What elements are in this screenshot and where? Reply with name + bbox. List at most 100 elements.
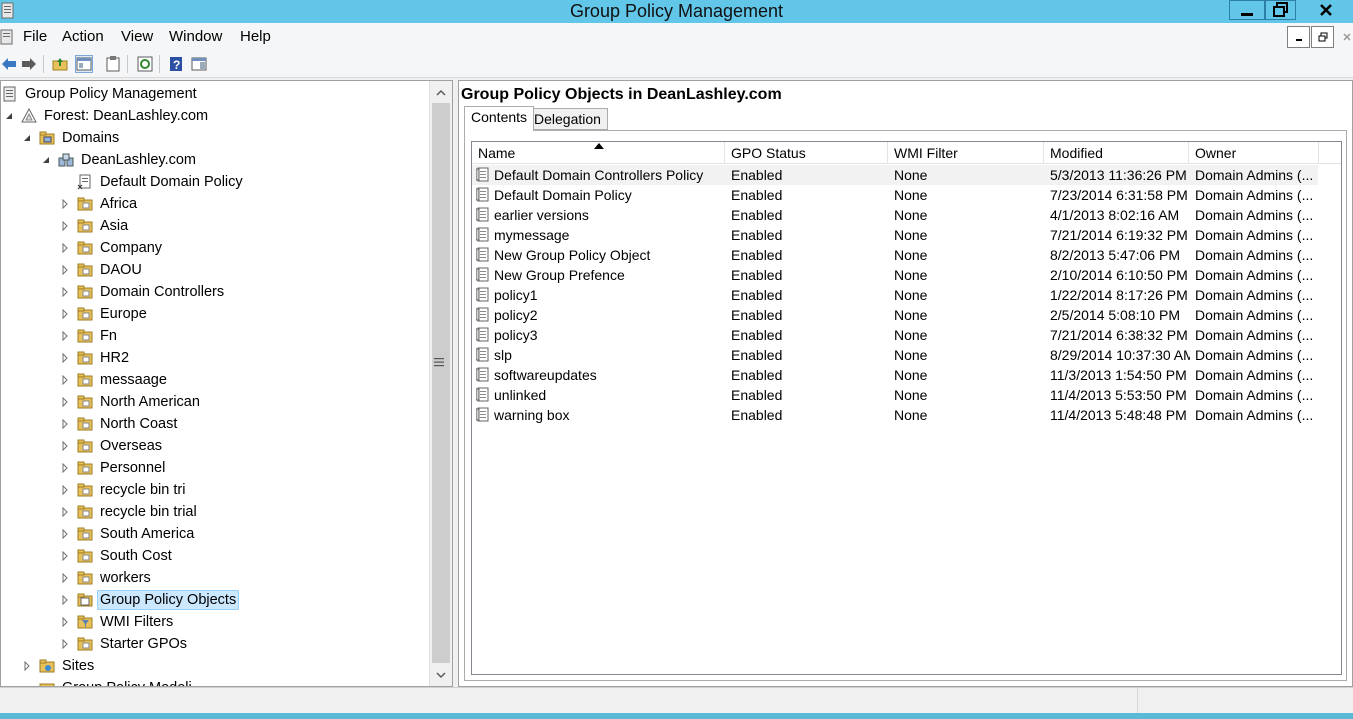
tree-item[interactable]: Asia bbox=[59, 215, 131, 237]
menu-help[interactable]: Help bbox=[240, 28, 271, 45]
tab-contents[interactable]: Contents bbox=[464, 106, 535, 131]
child-close-button[interactable] bbox=[1335, 26, 1353, 48]
table-row[interactable]: New Group Policy Object Enabled None 8/2/20… bbox=[472, 245, 1318, 265]
tree-item[interactable]: messaage bbox=[59, 369, 170, 391]
collapsed-arrow-icon[interactable] bbox=[59, 198, 71, 210]
show-hide-action-pane-button[interactable] bbox=[190, 55, 208, 73]
close-button[interactable] bbox=[1298, 0, 1353, 20]
tree-item[interactable]: Domain Controllers bbox=[59, 281, 227, 303]
expanded-arrow-icon[interactable] bbox=[3, 110, 15, 122]
collapsed-arrow-icon[interactable] bbox=[59, 286, 71, 298]
table-row[interactable]: policy2 Enabled None 2/5/2014 5:08:10 PM Dom… bbox=[472, 305, 1318, 325]
collapsed-arrow-icon[interactable] bbox=[59, 462, 71, 474]
expanded-arrow-icon[interactable] bbox=[40, 154, 52, 166]
tree-item[interactable]: Europe bbox=[59, 303, 150, 325]
collapsed-arrow-icon[interactable] bbox=[59, 440, 71, 452]
collapsed-arrow-icon[interactable] bbox=[59, 594, 71, 606]
scroll-down-arrow-icon[interactable] bbox=[430, 665, 452, 685]
collapsed-arrow-icon[interactable] bbox=[59, 220, 71, 232]
collapsed-arrow-icon[interactable] bbox=[59, 242, 71, 254]
collapsed-arrow-icon[interactable] bbox=[59, 572, 71, 584]
tab-delegation[interactable]: Delegation bbox=[527, 108, 608, 130]
help-button[interactable]: ? bbox=[167, 55, 185, 73]
tree-item[interactable]: Company bbox=[59, 237, 165, 259]
collapsed-arrow-icon[interactable] bbox=[59, 550, 71, 562]
tree-item[interactable]: Overseas bbox=[59, 435, 165, 457]
tree-item[interactable]: Default Domain Policy bbox=[59, 171, 246, 193]
tree-item[interactable]: North Coast bbox=[59, 413, 180, 435]
collapsed-arrow-icon[interactable] bbox=[59, 616, 71, 628]
collapsed-arrow-icon[interactable] bbox=[59, 352, 71, 364]
table-row[interactable]: mymessage Enabled None 7/21/2014 6:19:32 PM… bbox=[472, 225, 1318, 245]
column-header-modified[interactable]: Modified bbox=[1044, 142, 1189, 164]
column-header-name[interactable]: Name bbox=[472, 142, 725, 164]
table-row[interactable]: earlier versions Enabled None 4/1/2013 8:02… bbox=[472, 205, 1318, 225]
collapsed-arrow-icon[interactable] bbox=[59, 506, 71, 518]
console-icon[interactable] bbox=[0, 29, 14, 45]
collapsed-arrow-icon[interactable] bbox=[59, 330, 71, 342]
tree-vertical-scrollbar[interactable] bbox=[429, 81, 452, 686]
tree-item[interactable]: North American bbox=[59, 391, 203, 413]
gpo-list-view[interactable]: Name GPO Status WMI Filter Modified Owne… bbox=[471, 141, 1342, 675]
child-restore-button[interactable] bbox=[1311, 26, 1334, 48]
export-list-button[interactable] bbox=[104, 55, 122, 73]
minimize-button[interactable] bbox=[1229, 0, 1265, 20]
collapsed-arrow-icon[interactable] bbox=[59, 528, 71, 540]
collapsed-arrow-icon[interactable] bbox=[59, 308, 71, 320]
tree-item[interactable]: DeanLashley.com bbox=[40, 149, 199, 171]
tree-item[interactable]: Group Policy Objects bbox=[59, 589, 240, 611]
menu-file[interactable]: File bbox=[23, 28, 47, 45]
collapsed-arrow-icon[interactable] bbox=[59, 396, 71, 408]
tree-item[interactable]: DAOU bbox=[59, 259, 145, 281]
tree-item[interactable]: recycle bin tri bbox=[59, 479, 188, 501]
tree-item[interactable]: Africa bbox=[59, 193, 140, 215]
tree-item[interactable]: Group Policy Modeli... bbox=[21, 677, 207, 686]
up-one-level-button[interactable] bbox=[51, 55, 69, 73]
tree-item[interactable]: Forest: DeanLashley.com bbox=[3, 105, 211, 127]
collapsed-arrow-icon[interactable] bbox=[21, 660, 33, 672]
collapsed-arrow-icon[interactable] bbox=[59, 374, 71, 386]
table-row[interactable]: Default Domain Policy Enabled None 7/23/201… bbox=[472, 185, 1318, 205]
menu-window[interactable]: Window bbox=[169, 28, 222, 45]
table-row[interactable]: softwareupdates Enabled None 11/3/2013 1:54… bbox=[472, 365, 1318, 385]
scroll-up-arrow-icon[interactable] bbox=[430, 83, 452, 103]
column-header-gpo-status[interactable]: GPO Status bbox=[725, 142, 888, 164]
table-row[interactable]: Default Domain Controllers Policy Enabled… bbox=[472, 165, 1318, 185]
column-header-wmi-filter[interactable]: WMI Filter bbox=[888, 142, 1044, 164]
tree-item[interactable]: Starter GPOs bbox=[59, 633, 190, 655]
table-row[interactable]: policy1 Enabled None 1/22/2014 8:17:26 PM Do… bbox=[472, 285, 1318, 305]
refresh-button[interactable] bbox=[136, 55, 154, 73]
console-tree[interactable]: Group Policy Management Forest: DeanLashl… bbox=[0, 80, 453, 687]
tree-item[interactable]: Domains bbox=[21, 127, 122, 149]
table-row[interactable]: policy3 Enabled None 7/21/2014 6:38:32 PM Do… bbox=[472, 325, 1318, 345]
collapsed-arrow-icon[interactable] bbox=[59, 484, 71, 496]
title-bar[interactable]: Group Policy Management bbox=[0, 0, 1353, 23]
child-minimize-button[interactable] bbox=[1287, 26, 1310, 48]
show-hide-console-tree-button[interactable] bbox=[75, 55, 93, 73]
tree-item[interactable]: recycle bin trial bbox=[59, 501, 200, 523]
back-button[interactable] bbox=[0, 55, 18, 73]
expanded-arrow-icon[interactable] bbox=[21, 132, 33, 144]
tree-item[interactable]: South America bbox=[59, 523, 197, 545]
tree-item[interactable]: Personnel bbox=[59, 457, 168, 479]
tree-item[interactable]: WMI Filters bbox=[59, 611, 176, 633]
collapsed-arrow-icon[interactable] bbox=[59, 418, 71, 430]
forward-button[interactable] bbox=[20, 55, 38, 73]
table-row[interactable]: warning box Enabled None 11/4/2013 5:48:48 … bbox=[472, 405, 1318, 425]
scroll-thumb[interactable] bbox=[432, 103, 450, 663]
tree-item[interactable]: Fn bbox=[59, 325, 120, 347]
table-row[interactable]: unlinked Enabled None 11/4/2013 5:53:50 PM D… bbox=[472, 385, 1318, 405]
tree-item[interactable]: workers bbox=[59, 567, 154, 589]
restore-button[interactable] bbox=[1265, 0, 1296, 20]
tree-item[interactable]: Sites bbox=[21, 655, 97, 677]
column-header-owner[interactable]: Owner bbox=[1189, 142, 1319, 164]
tree-item[interactable]: HR2 bbox=[59, 347, 132, 369]
collapsed-arrow-icon[interactable] bbox=[59, 638, 71, 650]
menu-view[interactable]: View bbox=[121, 28, 153, 45]
menu-action[interactable]: Action bbox=[62, 28, 104, 45]
table-row[interactable]: slp Enabled None 8/29/2014 10:37:30 AM Domai… bbox=[472, 345, 1318, 365]
table-row[interactable]: New Group Prefence Enabled None 2/10/2014 6… bbox=[472, 265, 1318, 285]
collapsed-arrow-icon[interactable] bbox=[59, 264, 71, 276]
tree-item[interactable]: South Cost bbox=[59, 545, 175, 567]
tree-item[interactable]: Group Policy Management bbox=[1, 83, 200, 105]
